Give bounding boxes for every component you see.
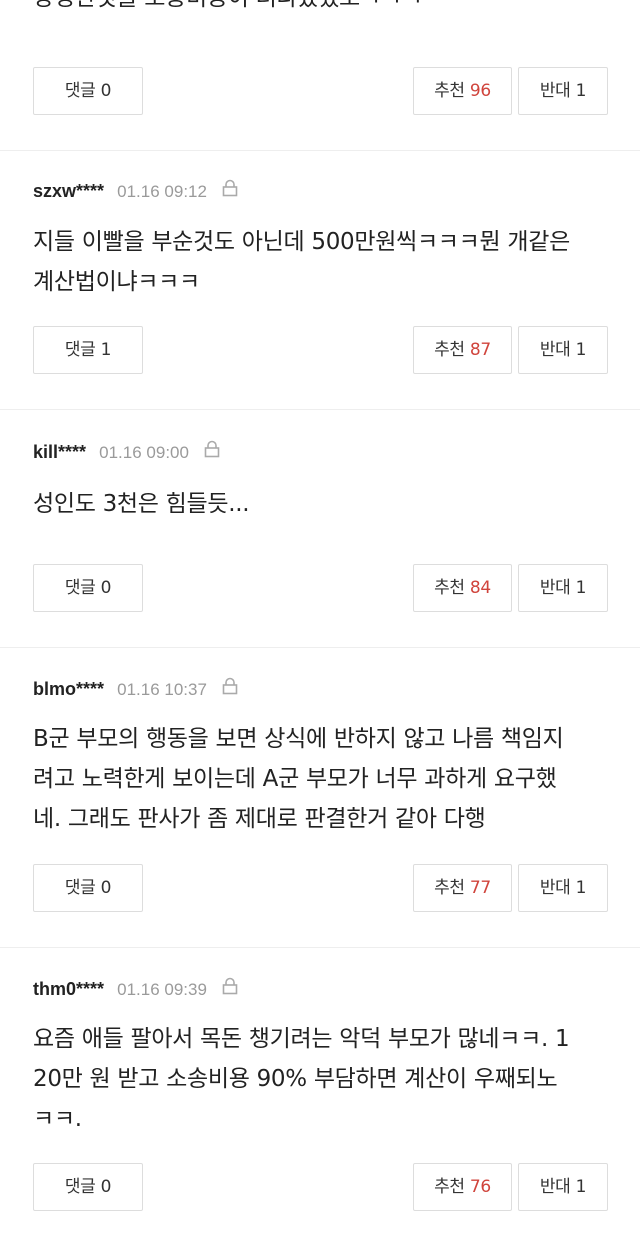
reply-button[interactable]: 댓글 0 bbox=[33, 864, 143, 912]
reply-label: 댓글 bbox=[64, 878, 96, 898]
oppose-label: 반대 bbox=[539, 878, 571, 898]
comment-text-line: 20만 원 받고 소송비용 90% 부담하면 계산이 우째되노 bbox=[33, 1066, 558, 1092]
oppose-label: 반대 bbox=[539, 81, 571, 101]
oppose-button[interactable]: 반대 1 bbox=[518, 564, 608, 612]
oppose-label: 반대 bbox=[539, 578, 571, 598]
comment-username[interactable]: thm0**** bbox=[33, 979, 104, 999]
comment-meta: thm0**** 01.16 09:39 bbox=[33, 977, 238, 1003]
recommend-label: 추천 bbox=[434, 878, 465, 898]
comment-date: 01.16 10:37 bbox=[117, 679, 207, 699]
reply-count: 1 bbox=[100, 340, 112, 360]
comment-meta: szxw**** 01.16 09:12 bbox=[33, 179, 238, 205]
reply-label: 댓글 bbox=[64, 340, 96, 360]
oppose-count: 1 bbox=[575, 340, 587, 360]
recommend-button[interactable]: 추천 84 bbox=[413, 564, 512, 612]
reply-label: 댓글 bbox=[64, 81, 96, 101]
comment-actions: 댓글 0 추천 77 반대 1 bbox=[33, 864, 608, 912]
comment-text-line: 요즘 애들 팔아서 목돈 챙기려는 악덕 부모가 많네ㅋㅋ. 1 bbox=[33, 1026, 570, 1052]
oppose-count: 1 bbox=[575, 1177, 587, 1197]
reply-button[interactable]: 댓글 0 bbox=[33, 1163, 143, 1211]
recommend-label: 추천 bbox=[434, 578, 465, 598]
lock-icon bbox=[222, 977, 238, 999]
recommend-button[interactable]: 추천 96 bbox=[413, 67, 512, 115]
comment-text-line: 지들 이빨을 부순것도 아닌데 500만원씩ㅋㅋㅋ뭔 개같은 bbox=[33, 229, 570, 255]
recommend-button[interactable]: 추천 87 bbox=[413, 326, 512, 374]
reply-count: 0 bbox=[100, 1177, 112, 1197]
comment-date: 01.16 09:12 bbox=[117, 181, 207, 201]
divider bbox=[0, 150, 640, 151]
comment-text: 요즘 애들 팔아서 목돈 챙기려는 악덕 부모가 많네ㅋㅋ. 1 20만 원 받… bbox=[33, 1019, 613, 1139]
comment-username[interactable]: blmo**** bbox=[33, 679, 104, 699]
oppose-count: 1 bbox=[575, 81, 587, 101]
recommend-count: 84 bbox=[469, 578, 491, 598]
comment-date: 01.16 09:00 bbox=[99, 442, 189, 462]
lock-icon bbox=[204, 440, 220, 462]
comment-actions: 댓글 1 추천 87 반대 1 bbox=[33, 326, 608, 374]
comment-date: 01.16 09:39 bbox=[117, 979, 207, 999]
comment-text-line: 계산법이냐ㅋㅋㅋ bbox=[33, 269, 200, 295]
oppose-label: 반대 bbox=[539, 1177, 571, 1197]
recommend-label: 추천 bbox=[434, 1177, 465, 1197]
comment-actions: 댓글 0 추천 76 반대 1 bbox=[33, 1163, 608, 1211]
oppose-label: 반대 bbox=[539, 340, 571, 360]
comment-text-line: 네. 그래도 판사가 좀 제대로 판결한거 같아 다행 bbox=[33, 806, 486, 832]
reply-count: 0 bbox=[100, 578, 112, 598]
recommend-label: 추천 bbox=[434, 340, 465, 360]
reply-button[interactable]: 댓글 0 bbox=[33, 67, 143, 115]
recommend-label: 추천 bbox=[434, 81, 465, 101]
reply-label: 댓글 bbox=[64, 1177, 96, 1197]
reply-button[interactable]: 댓글 0 bbox=[33, 564, 143, 612]
oppose-count: 1 bbox=[575, 578, 587, 598]
comment-text-line: B군 부모의 행동을 보면 상식에 반하지 않고 나름 책임지 bbox=[33, 726, 564, 752]
recommend-count: 87 bbox=[469, 340, 491, 360]
comment-username[interactable]: kill**** bbox=[33, 442, 86, 462]
recommend-button[interactable]: 추천 76 bbox=[413, 1163, 512, 1211]
reply-count: 0 bbox=[100, 878, 112, 898]
reply-button[interactable]: 댓글 1 bbox=[33, 326, 143, 374]
divider bbox=[0, 947, 640, 948]
comment-text: B군 부모의 행동을 보면 상식에 반하지 않고 나름 책임지 려고 노력한게 … bbox=[33, 719, 613, 839]
comment-actions: 댓글 0 추천 96 반대 1 bbox=[33, 67, 608, 115]
oppose-button[interactable]: 반대 1 bbox=[518, 1163, 608, 1211]
comment-text: 성인도 3천은 힘들듯... bbox=[33, 484, 613, 524]
comment-meta: kill**** 01.16 09:00 bbox=[33, 440, 220, 466]
oppose-button[interactable]: 반대 1 bbox=[518, 864, 608, 912]
recommend-count: 76 bbox=[469, 1177, 491, 1197]
recommend-count: 77 bbox=[469, 878, 491, 898]
recommend-button[interactable]: 추천 77 bbox=[413, 864, 512, 912]
comment-text-line: ㅋㅋ. bbox=[33, 1106, 82, 1132]
comment-text-partial: 방정한것을 소송비용이 더나왔겠노ㅋㅋㅋ bbox=[33, 0, 423, 18]
comment-list-page: 방정한것을 소송비용이 더나왔겠노ㅋㅋㅋ 댓글 0 추천 96 반대 1 szx… bbox=[0, 0, 640, 1242]
reply-label: 댓글 bbox=[64, 578, 96, 598]
lock-icon bbox=[222, 179, 238, 201]
divider bbox=[0, 647, 640, 648]
oppose-count: 1 bbox=[575, 878, 587, 898]
recommend-count: 96 bbox=[469, 81, 491, 101]
oppose-button[interactable]: 반대 1 bbox=[518, 326, 608, 374]
comment-text: 지들 이빨을 부순것도 아닌데 500만원씩ㅋㅋㅋ뭔 개같은 계산법이냐ㅋㅋㅋ bbox=[33, 222, 613, 302]
comment-actions: 댓글 0 추천 84 반대 1 bbox=[33, 564, 608, 612]
comment-text-line: 성인도 3천은 힘들듯... bbox=[33, 491, 250, 517]
comment-text-line: 려고 노력한게 보이는데 A군 부모가 너무 과하게 요구했 bbox=[33, 766, 557, 792]
comment-username[interactable]: szxw**** bbox=[33, 181, 104, 201]
lock-icon bbox=[222, 677, 238, 699]
comment-meta: blmo**** 01.16 10:37 bbox=[33, 677, 238, 703]
oppose-button[interactable]: 반대 1 bbox=[518, 67, 608, 115]
divider bbox=[0, 409, 640, 410]
reply-count: 0 bbox=[100, 81, 112, 101]
